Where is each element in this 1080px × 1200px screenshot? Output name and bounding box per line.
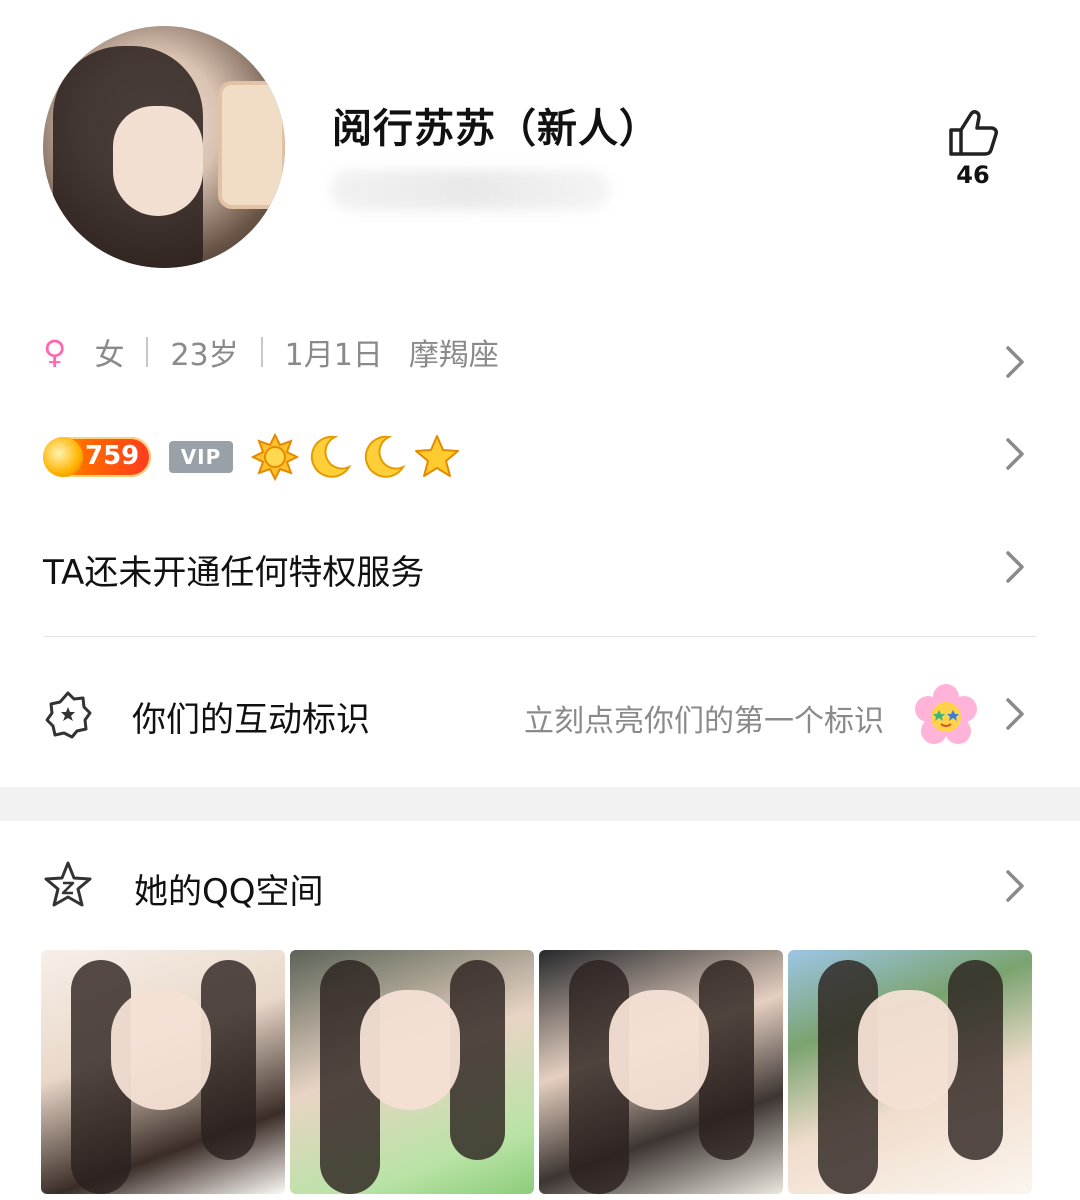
profile-name: 阅行苏苏（新人） xyxy=(332,106,660,152)
interaction-marks-label[interactable]: 你们的互动标识 xyxy=(132,692,370,741)
birthday-text: 1月1日 xyxy=(284,338,383,373)
chevron-right-icon[interactable] xyxy=(1002,342,1028,382)
qzone-photo[interactable] xyxy=(290,950,534,1194)
blurred-signature xyxy=(330,170,610,210)
chevron-right-icon[interactable] xyxy=(1002,547,1028,587)
coin-icon xyxy=(43,437,83,477)
chevron-right-icon[interactable] xyxy=(1002,866,1028,906)
chevron-right-icon[interactable] xyxy=(1002,434,1028,474)
age-text: 23岁 xyxy=(170,338,239,373)
badge-row[interactable]: 759 VIP xyxy=(43,432,461,482)
interaction-marks-hint[interactable]: 立刻点亮你们的第一个标识 xyxy=(524,696,884,740)
like-count: 46 xyxy=(956,161,990,189)
privilege-status[interactable]: TA还未开通任何特权服务 xyxy=(43,545,424,594)
divider xyxy=(146,337,149,367)
badge-star-icon xyxy=(45,691,92,739)
level-badge: 759 xyxy=(43,437,151,477)
chevron-right-icon[interactable] xyxy=(1002,694,1028,734)
section-divider xyxy=(43,636,1037,637)
flower-mascot-icon xyxy=(915,684,977,744)
star-icon xyxy=(415,435,459,477)
moon-icon xyxy=(310,435,352,478)
vip-badge: VIP xyxy=(169,441,233,473)
section-gap xyxy=(0,787,1080,821)
gender-text: 女 xyxy=(94,338,125,373)
zodiac-text: 摩羯座 xyxy=(408,338,499,373)
female-icon: ♀ xyxy=(43,333,67,371)
qzone-star-icon xyxy=(44,861,92,907)
basic-info-row[interactable]: ♀ 女 23岁 1月1日 摩羯座 xyxy=(43,330,499,374)
moon-icon xyxy=(364,435,406,478)
divider xyxy=(260,337,263,367)
thumbs-up-icon[interactable] xyxy=(945,108,1001,158)
qzone-label[interactable]: 她的QQ空间 xyxy=(134,864,324,913)
sun-icon xyxy=(251,433,299,481)
qzone-photo[interactable] xyxy=(41,950,285,1194)
profile-avatar[interactable] xyxy=(43,26,285,268)
qzone-photo[interactable] xyxy=(788,950,1032,1194)
qzone-photo[interactable] xyxy=(539,950,783,1194)
